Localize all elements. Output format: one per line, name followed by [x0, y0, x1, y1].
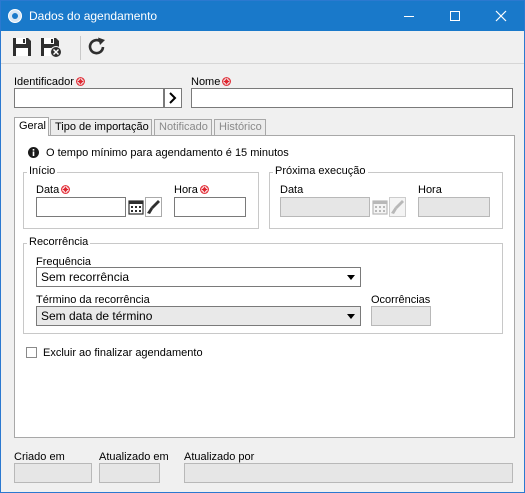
required-icon [199, 185, 209, 194]
excluir-checkbox[interactable] [26, 347, 37, 358]
inicio-hora-input[interactable] [174, 197, 246, 217]
calendar-icon [372, 200, 388, 215]
eraser-icon [147, 200, 160, 214]
tab-geral[interactable]: Geral [14, 117, 49, 136]
identificador-lookup-button[interactable] [164, 88, 182, 108]
criado-em-field [14, 463, 92, 483]
dialog-window: Dados do agendamento Identificador Nome … [0, 0, 525, 493]
tab-panel-geral: O tempo mínimo para agendamento é 15 min… [14, 135, 515, 438]
proxima-hora-label: Hora [418, 184, 442, 196]
frequencia-select[interactable]: Sem recorrência [36, 267, 361, 287]
proxima-hora-input [418, 197, 490, 217]
ocorrencias-label: Ocorrências [371, 294, 431, 306]
close-button[interactable] [478, 1, 524, 31]
inicio-legend: Início [27, 165, 58, 177]
save-button[interactable] [11, 36, 33, 58]
inicio-calendar-button[interactable] [128, 198, 144, 216]
proxima-data-input [280, 197, 370, 217]
atualizado-por-field [184, 463, 513, 483]
frequencia-value: Sem recorrência [41, 270, 130, 284]
calendar-icon [128, 200, 144, 215]
toolbar-divider [1, 63, 524, 64]
identificador-input[interactable] [14, 88, 164, 108]
ocorrencias-input [371, 306, 431, 326]
inicio-hora-label: Hora [174, 184, 209, 196]
inicio-clear-button[interactable] [145, 197, 162, 217]
app-icon [8, 9, 22, 23]
maximize-icon [450, 11, 460, 21]
inicio-data-input[interactable] [36, 197, 126, 217]
tab-tipo-de-importacao[interactable]: Tipo de importação [50, 119, 152, 135]
tab-historico: Histórico [214, 119, 266, 135]
title-bar[interactable]: Dados do agendamento [1, 1, 524, 31]
save-and-close-icon [41, 38, 62, 58]
minimize-icon [404, 16, 414, 17]
close-icon [495, 10, 507, 22]
refresh-icon [88, 37, 105, 55]
termino-value: Sem data de término [41, 309, 153, 323]
excluir-label: Excluir ao finalizar agendamento [43, 347, 203, 359]
save-and-close-button[interactable] [39, 36, 62, 58]
nome-input[interactable] [191, 88, 513, 108]
required-icon [61, 185, 71, 194]
maximize-button[interactable] [432, 1, 478, 31]
save-icon [13, 38, 31, 56]
atualizado-em-field [99, 463, 160, 483]
proxima-execucao-legend: Próxima execução [273, 165, 368, 177]
proxima-calendar-button [372, 198, 388, 216]
nome-label: Nome [191, 76, 232, 88]
required-icon [222, 77, 232, 86]
window-title: Dados do agendamento [29, 9, 158, 23]
identificador-label: Identificador [14, 76, 85, 88]
dropdown-arrow-icon [347, 275, 355, 280]
refresh-button[interactable] [86, 36, 108, 58]
proxima-clear-button [389, 197, 406, 217]
recorrencia-legend: Recorrência [27, 236, 91, 248]
tab-notificado: Notificado [154, 119, 212, 135]
info-icon [28, 147, 39, 158]
inicio-data-label: Data [36, 184, 71, 196]
required-icon [76, 77, 85, 86]
eraser-icon [391, 200, 404, 214]
termino-label: Término da recorrência [36, 294, 150, 306]
termino-select[interactable]: Sem data de término [36, 306, 361, 326]
toolbar-separator [80, 36, 81, 60]
minimize-button[interactable] [386, 1, 432, 31]
proxima-data-label: Data [280, 184, 304, 196]
toolbar [1, 31, 524, 64]
atualizado-em-label: Atualizado em [99, 451, 169, 463]
criado-em-label: Criado em [14, 451, 65, 463]
chevron-right-icon [169, 92, 177, 104]
dropdown-arrow-icon [347, 314, 355, 319]
atualizado-por-label: Atualizado por [184, 451, 255, 463]
info-text: O tempo mínimo para agendamento é 15 min… [46, 147, 289, 159]
